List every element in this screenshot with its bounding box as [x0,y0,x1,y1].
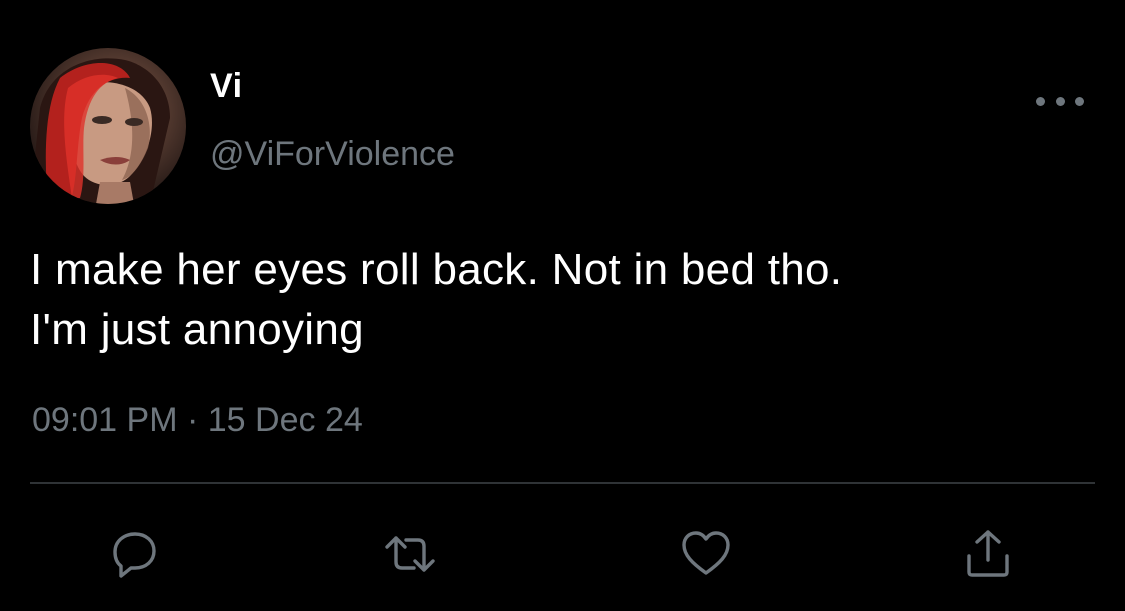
author-handle[interactable]: @ViForViolence [210,134,455,174]
profile-avatar[interactable] [30,48,186,204]
dot-icon [1036,96,1045,106]
like-button[interactable] [676,524,736,584]
tweet-text-line: I'm just annoying [30,305,364,354]
heart-icon [682,531,730,575]
divider [30,482,1095,484]
meta-separator: · [186,401,199,439]
dot-icon [1055,96,1065,106]
dot-icon [1075,96,1084,106]
share-icon [967,530,1009,577]
more-options-icon[interactable] [1036,86,1084,116]
tweet-date: 15 Dec 24 [207,401,363,439]
author-display-name[interactable]: Vi [210,66,243,106]
comment-icon [113,532,156,578]
retweet-button[interactable] [380,524,440,584]
tweet-card: Vi @ViForViolence I make her eyes roll b… [0,0,1125,611]
avatar-image [30,58,170,204]
tweet-text: I make her eyes roll back. Not in bed th… [30,240,1100,360]
tweet-time: 09:01 PM [32,401,178,439]
share-button[interactable] [958,524,1018,584]
retweet-icon [385,536,435,572]
tweet-timestamp[interactable]: 09:01 PM · 15 Dec 24 [32,398,363,442]
reply-button[interactable] [104,524,164,584]
tweet-text-line: I make her eyes roll back. Not in bed th… [30,245,843,294]
